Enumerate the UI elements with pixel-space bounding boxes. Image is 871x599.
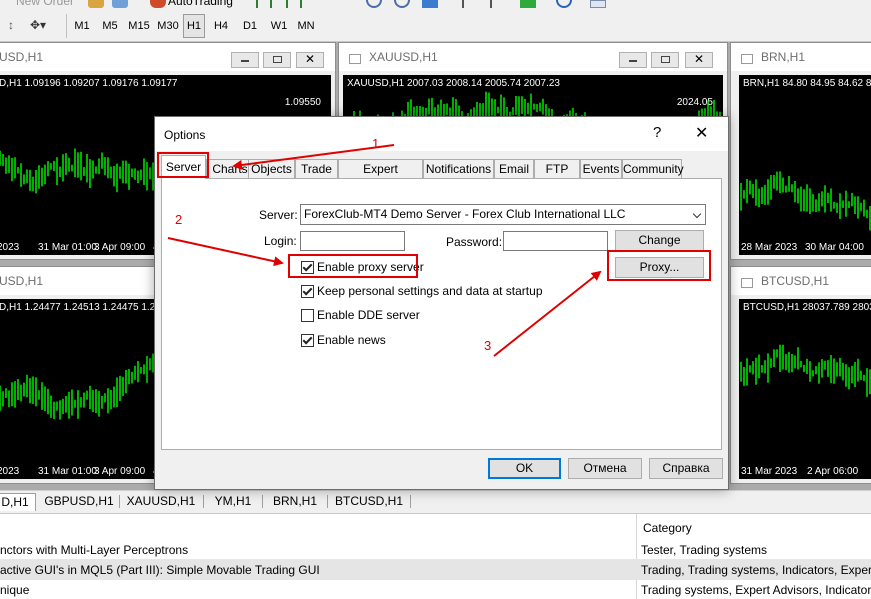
annotation-arrow-2: [167, 237, 284, 267]
annotation-arrow-3: [493, 270, 602, 357]
annotation-arrows: [167, 144, 602, 357]
annotation-arrow-1: [232, 144, 395, 170]
